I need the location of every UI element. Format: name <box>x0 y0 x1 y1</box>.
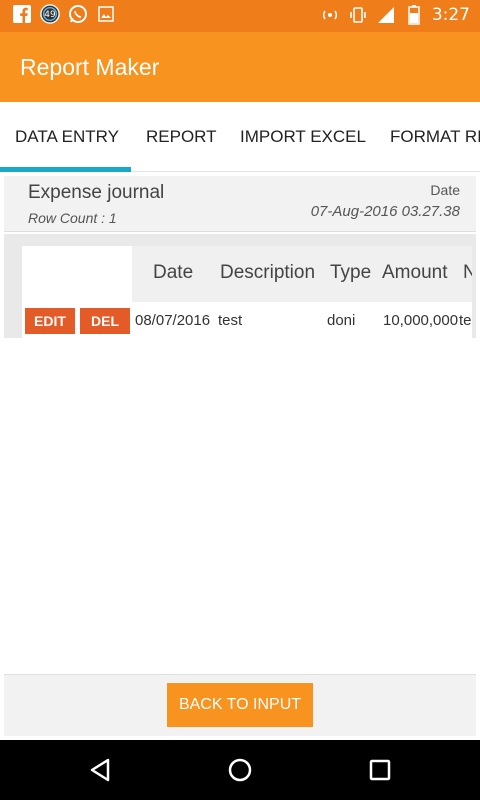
cell-extra: te <box>459 312 472 329</box>
edit-button[interactable]: EDIT <box>25 308 75 334</box>
row-count: Row Count : 1 <box>28 210 117 226</box>
app-title: Report Maker <box>20 54 160 80</box>
notification-badge: 49 <box>40 4 60 24</box>
recents-icon[interactable] <box>364 754 396 786</box>
nav-bar <box>0 740 480 800</box>
table-header: Date Description Type Amount N <box>132 246 472 302</box>
tab-bar: DATA ENTRY REPORT IMPORT EXCEL FORMAT RE <box>0 102 480 172</box>
tab-data-entry[interactable]: DATA ENTRY <box>15 102 119 171</box>
gallery-icon <box>96 4 116 24</box>
col-header-amount: Amount <box>382 262 448 283</box>
signal-icon <box>376 5 396 25</box>
footer-bar: BACK TO INPUT <box>4 674 476 736</box>
table-header-blank <box>22 246 132 302</box>
date-label: Date <box>430 182 460 198</box>
cell-amount: 10,000,000 <box>383 312 459 329</box>
col-header-date: Date <box>153 262 194 283</box>
facebook-icon <box>12 4 32 24</box>
cell-description: test <box>218 312 243 329</box>
home-icon[interactable] <box>224 754 256 786</box>
journal-header: Expense journal Row Count : 1 Date 07-Au… <box>4 176 476 232</box>
table-row: EDIT DEL 08/07/2016 test doni 10,000,000… <box>22 302 472 340</box>
tab-format-report[interactable]: FORMAT RE <box>390 102 480 171</box>
data-table: Date Description Type Amount N EDIT DEL … <box>22 246 472 340</box>
whatsapp-icon <box>68 4 88 24</box>
col-header-type: Type <box>330 262 372 283</box>
empty-space <box>4 340 476 674</box>
col-header-description: Description <box>220 262 316 283</box>
delete-button[interactable]: DEL <box>80 308 130 334</box>
cell-type: doni <box>327 312 356 329</box>
date-value: 07-Aug-2016 03.27.38 <box>310 203 460 220</box>
status-bar: 49 3:27 <box>0 0 480 32</box>
back-icon[interactable] <box>84 754 116 786</box>
tab-report[interactable]: REPORT <box>146 102 217 171</box>
status-time: 3:27 <box>431 5 470 25</box>
back-to-input-button[interactable]: BACK TO INPUT <box>167 683 313 727</box>
col-header-n: N <box>463 262 472 283</box>
battery-icon <box>404 5 424 25</box>
cell-date: 08/07/2016 <box>135 312 211 329</box>
tab-import-excel[interactable]: IMPORT EXCEL <box>240 102 366 171</box>
table-container[interactable]: Date Description Type Amount N EDIT DEL … <box>4 234 476 340</box>
app-bar: Report Maker <box>0 32 480 102</box>
notif-badge-count: 49 <box>44 9 56 20</box>
vibrate-icon <box>348 5 368 25</box>
wifi-icon <box>320 5 340 25</box>
journal-title: Expense journal <box>28 182 165 203</box>
